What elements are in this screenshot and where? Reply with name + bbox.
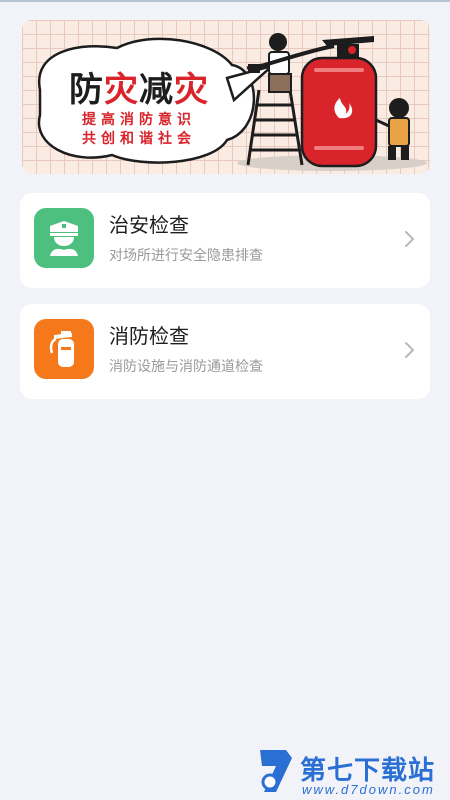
fire-icon-tile xyxy=(34,319,94,379)
fire-extinguisher-icon xyxy=(49,331,74,367)
fire-safety-banner[interactable]: 防灾减灾 提高消防意识 共创和谐社会 xyxy=(22,20,430,174)
card-title: 消防检查 xyxy=(109,326,189,348)
fire-inspection-card[interactable]: 消防检查 消防设施与消防通道检查 xyxy=(20,304,430,399)
banner-title: 防灾减灾 xyxy=(54,62,224,111)
security-icon-tile xyxy=(34,208,94,268)
watermark: 第七下载站 www.d7down.com xyxy=(256,748,446,798)
banner-title-char-red: 灾 xyxy=(174,71,209,109)
card-subtitle: 对场所进行安全隐患排查 xyxy=(109,247,263,263)
card-title: 治安检查 xyxy=(109,215,189,237)
banner-title-char: 防 xyxy=(69,71,104,109)
watermark-url: www.d7down.com xyxy=(302,782,435,797)
chevron-right-icon xyxy=(405,231,415,247)
banner-slogan-2: 共创和谐社会 xyxy=(82,130,196,146)
banner-title-char-red: 灾 xyxy=(104,71,139,109)
police-officer-icon xyxy=(50,221,78,256)
banner-slogan-1: 提高消防意识 xyxy=(82,111,196,127)
watermark-logo-icon xyxy=(260,750,292,792)
card-subtitle: 消防设施与消防通道检查 xyxy=(109,358,263,374)
banner-title-char: 减 xyxy=(139,71,174,109)
top-divider xyxy=(0,0,450,2)
chevron-right-icon xyxy=(405,342,415,358)
security-inspection-card[interactable]: 治安检查 对场所进行安全隐患排查 xyxy=(20,193,430,288)
